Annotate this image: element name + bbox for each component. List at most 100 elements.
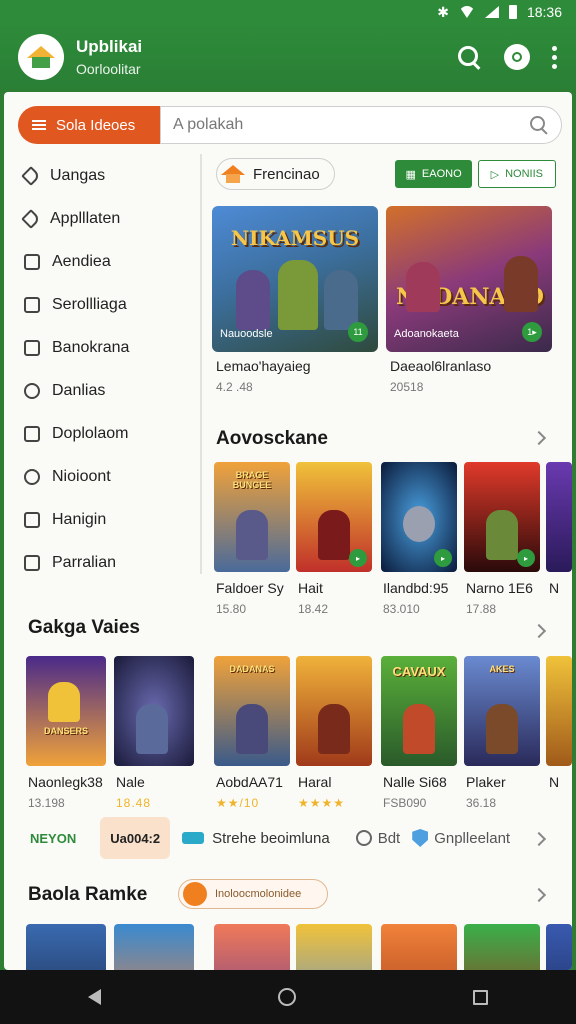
game-tile[interactable]: [546, 924, 572, 970]
chip-bdt[interactable]: Bdt: [355, 829, 401, 847]
section-pill[interactable]: Inoloocmolonidee: [178, 879, 328, 909]
featured-pill[interactable]: Frencinao: [216, 158, 335, 190]
recents-icon[interactable]: [472, 989, 488, 1005]
sidebar-item-label: Doplolaom: [52, 424, 129, 442]
search-field[interactable]: [160, 106, 562, 144]
featured-card[interactable]: NADANARO Adoanokaeta 1▸: [386, 206, 552, 352]
featured-card[interactable]: NIKAMSUS Nauoodsle 11: [212, 206, 378, 352]
featured-card-name[interactable]: Daeaol6lranlaso: [390, 358, 491, 374]
tag-icon: [21, 165, 41, 186]
status-bar: ✱ 18:36: [0, 0, 576, 24]
section-title: Gakga Vaies: [28, 617, 140, 638]
featured-card-name[interactable]: Lemao'hayaieg: [216, 358, 311, 374]
featured-label: Frencinao: [253, 165, 320, 183]
chevron-right-icon[interactable]: [531, 430, 547, 446]
chip-label: Bdt: [377, 829, 401, 847]
search-icon[interactable]: [456, 44, 482, 70]
sidebar-item-7[interactable]: Nioioont: [4, 455, 200, 498]
wifi-icon: [458, 6, 475, 18]
sidebar-item-label: Applllaten: [50, 209, 121, 227]
game-tile[interactable]: [296, 924, 372, 970]
square-icon: [24, 253, 40, 270]
featured-card-meta: 20518: [390, 380, 424, 394]
game-meta: 13.198: [28, 796, 65, 810]
sidebar-item-8[interactable]: Hanigin: [4, 498, 200, 541]
featured-card-subtitle: Nauoodsle: [220, 328, 273, 340]
sidebar-item-5[interactable]: Danlias: [4, 369, 200, 412]
featured-button-secondary[interactable]: ▷ NONIIS: [477, 160, 556, 188]
chip-strehe[interactable]: Strehe beoimluna: [182, 830, 330, 847]
sidebar-item-2[interactable]: Aendiea: [4, 240, 200, 283]
game-meta: 36.18: [466, 796, 497, 810]
sidebar-item-9[interactable]: Parralian: [4, 541, 200, 584]
game-tile[interactable]: [546, 462, 572, 572]
game-tile[interactable]: ▸: [464, 462, 540, 572]
featured-button-primary[interactable]: ▦ EAONO: [395, 160, 472, 188]
game-tile[interactable]: ▸: [296, 462, 372, 572]
chevron-right-icon[interactable]: [531, 623, 547, 639]
play-badge-icon[interactable]: ▸: [517, 549, 535, 567]
app-logo[interactable]: [18, 34, 64, 80]
character-art: [318, 704, 350, 754]
character-art: [236, 704, 268, 754]
game-tile[interactable]: [546, 656, 572, 766]
featured-card-subtitle: Adoanokaeta: [394, 328, 459, 340]
sidebar-item-0[interactable]: Uangas: [4, 154, 200, 197]
game-tile[interactable]: CAVAUX: [381, 656, 457, 766]
game-tile[interactable]: [114, 924, 194, 970]
character-art: [486, 510, 518, 560]
play-badge-icon[interactable]: 1▸: [522, 322, 542, 342]
play-badge-icon[interactable]: 11: [348, 322, 368, 342]
sidebar-item-label: Serollliaga: [52, 295, 127, 313]
sidebar-item-3[interactable]: Serollliaga: [4, 283, 200, 326]
game-tile[interactable]: [214, 924, 290, 970]
signal-icon: [484, 6, 499, 18]
chip-ua004[interactable]: Ua004:2: [100, 817, 171, 859]
game-tile[interactable]: ▸: [381, 462, 457, 572]
game-tile[interactable]: [464, 924, 540, 970]
sidebar-item-6[interactable]: Doplolaom: [4, 412, 200, 455]
game-tile[interactable]: [381, 924, 457, 970]
game-tile[interactable]: DADANAS: [214, 656, 290, 766]
game-tile[interactable]: [296, 656, 372, 766]
chip-neyon[interactable]: NEYON: [18, 818, 88, 858]
sidebar-item-1[interactable]: Applllaten: [4, 197, 200, 240]
character-art: [236, 270, 270, 330]
game-tile-title: BRAGE BUNGEE: [232, 470, 272, 490]
game-name: Ilandbd:95: [383, 580, 449, 596]
chat-icon[interactable]: [504, 44, 530, 70]
game-tile-title: DANSERS: [43, 726, 88, 736]
game-name: N: [549, 774, 560, 790]
search-icon[interactable]: [529, 115, 549, 135]
category-label: Sola Ideoes: [56, 116, 136, 134]
home-icon: [221, 165, 245, 183]
menu-icon: [32, 120, 46, 130]
game-tile[interactable]: DANSERS: [26, 656, 106, 766]
game-name: AobdAA71: [216, 774, 283, 790]
more-options-icon[interactable]: [552, 45, 558, 69]
play-badge-icon[interactable]: ▸: [434, 549, 452, 567]
game-name: Plaker: [466, 774, 506, 790]
pin-icon: [21, 208, 41, 229]
doc-icon: [24, 425, 40, 442]
game-name: Naonlegk38: [28, 774, 103, 790]
home-button-icon[interactable]: [277, 988, 296, 1006]
play-badge-icon[interactable]: ▸: [349, 549, 367, 567]
game-tile[interactable]: BRAGE BUNGEE: [214, 462, 290, 572]
search-input[interactable]: [173, 116, 529, 134]
game-name: Haral: [298, 774, 332, 790]
game-tile[interactable]: AKES: [464, 656, 540, 766]
back-icon[interactable]: [88, 989, 102, 1005]
app-bar: Upblikai Oorloolitar: [0, 24, 576, 90]
game-tile[interactable]: [114, 656, 194, 766]
game-name: Hait: [298, 580, 323, 596]
chevron-right-icon[interactable]: [531, 887, 547, 903]
chip-gnpll[interactable]: Gnplleelant: [412, 829, 510, 847]
sidebar-item-4[interactable]: Banokrana: [4, 326, 200, 369]
sidebar-item-label: Nioioont: [52, 467, 111, 485]
battery-icon: [508, 5, 517, 19]
game-name: Nalle Si68: [383, 774, 447, 790]
category-button[interactable]: Sola Ideoes: [18, 106, 160, 144]
game-tile[interactable]: [26, 924, 106, 970]
chip-label: Gnplleelant: [434, 829, 511, 847]
